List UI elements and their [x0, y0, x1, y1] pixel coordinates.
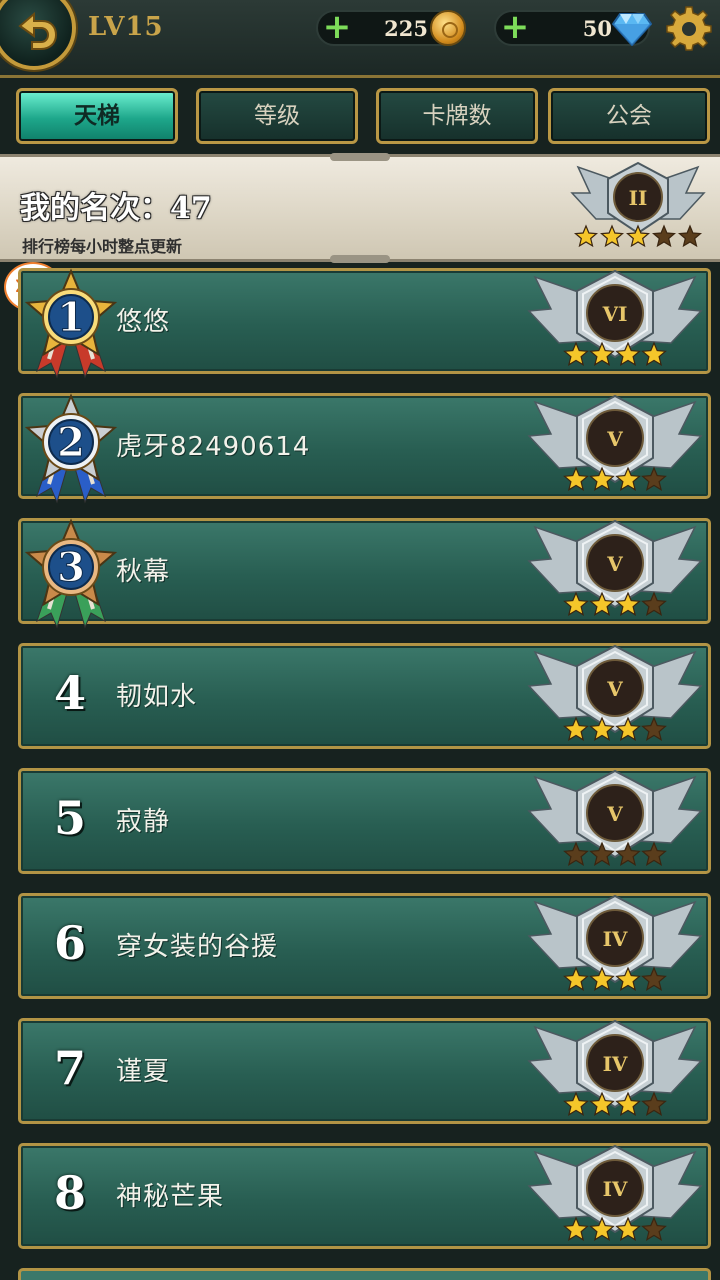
star-filled-icon [563, 591, 589, 616]
star-filled-icon [641, 341, 667, 366]
rank-number: 7 [53, 1041, 86, 1095]
rank-number: 5 [53, 791, 86, 845]
star-empty-icon [641, 591, 667, 616]
player-name: 寂静 [116, 807, 171, 837]
diamond-icon [612, 13, 652, 46]
tier-text: IV [603, 927, 628, 951]
my-rank-label: 我的名次：47 [20, 191, 212, 226]
my-star-rating [573, 224, 703, 248]
my-tier-badge: II [570, 161, 706, 248]
star-empty-icon [641, 716, 667, 741]
tab-guild[interactable]: 公会 [548, 88, 710, 144]
player-name: 悠悠 [116, 307, 171, 337]
rank-row[interactable]: 4 韧如水 V [18, 643, 711, 749]
gem-value: 50 [582, 16, 612, 41]
tier-badge: V [527, 644, 703, 741]
rank-number: 2 [57, 419, 85, 466]
my-rank-banner: 我的名次：47 排行榜每小时整点更新 II [0, 153, 720, 263]
rank-row[interactable]: 5 寂静 V [18, 768, 711, 874]
player-name: 谨夏 [116, 1057, 171, 1087]
gem-counter: + 50 [494, 10, 652, 46]
rank-number: 6 [53, 916, 86, 970]
tab-level[interactable]: 等级 [196, 88, 358, 144]
tier-text: V [606, 552, 623, 576]
tab-card-count[interactable]: 卡牌数 [376, 88, 538, 144]
tier-text: IV [603, 1052, 628, 1076]
rank-row[interactable]: 6 穿女装的谷援 IV [18, 893, 711, 999]
star-filled-icon [563, 1091, 589, 1116]
star-empty-icon [641, 841, 667, 866]
rank-number: 1 [57, 294, 85, 341]
rank-row[interactable]: 8 神秘芒果 IV [18, 1143, 711, 1249]
gold-medal-icon: 1 [24, 268, 118, 379]
back-button[interactable] [0, 0, 76, 70]
top-bar: LV15 + 225 + 50 [0, 0, 720, 78]
tier-text: VI [602, 302, 628, 326]
rank-number: 3 [57, 544, 85, 591]
tier-badge: V [527, 519, 703, 616]
tier-badge: IV [527, 1144, 703, 1241]
star-empty-icon [641, 966, 667, 991]
tier-text: V [606, 427, 623, 451]
silver-medal-icon: 2 [24, 393, 118, 504]
star-filled-icon [563, 466, 589, 491]
star-empty-icon [651, 224, 677, 248]
bronze-medal-icon: 3 [24, 518, 118, 629]
rank-row[interactable]: 1 悠悠 VI [18, 268, 711, 379]
rank-row[interactable]: 7 谨夏 IV [18, 1018, 711, 1124]
tier-badge: IV [527, 894, 703, 991]
star-filled-icon [563, 716, 589, 741]
star-empty-icon [563, 841, 589, 866]
tier-badge: V [527, 394, 703, 491]
tier-text: V [606, 802, 623, 826]
player-name: 虎牙82490614 [116, 432, 311, 462]
tier-badge: IV [527, 1019, 703, 1116]
star-filled-icon [563, 966, 589, 991]
player-name: 神秘芒果 [116, 1182, 225, 1212]
tier-text: IV [603, 1177, 628, 1201]
star-filled-icon [563, 1216, 589, 1241]
add-coins-button[interactable]: + [320, 10, 354, 44]
star-empty-icon [641, 1216, 667, 1241]
coin-icon [430, 10, 466, 46]
tier-badge: V [527, 769, 703, 866]
update-note: 排行榜每小时整点更新 [22, 237, 183, 256]
star-empty-icon [641, 1091, 667, 1116]
rank-row[interactable]: 3 秋幕 V [18, 518, 711, 629]
star-filled-icon [573, 224, 599, 248]
star-empty-icon [677, 224, 703, 248]
rank-row[interactable]: 2 虎牙82490614 V [18, 393, 711, 504]
star-filled-icon [599, 224, 625, 248]
rank-number: 4 [53, 666, 86, 720]
gear-icon[interactable] [666, 6, 712, 52]
tab-ladder[interactable]: 天梯 [16, 88, 178, 144]
add-gems-button[interactable]: + [498, 10, 532, 44]
star-empty-icon [641, 466, 667, 491]
list-item-partial [18, 1268, 711, 1280]
player-level: LV15 [88, 12, 164, 42]
star-filled-icon [563, 341, 589, 366]
rank-number: 8 [53, 1166, 86, 1220]
back-arrow-icon [18, 11, 58, 50]
player-name: 穿女装的谷援 [116, 932, 279, 962]
tier-badge: VI [527, 269, 703, 366]
tier-text: V [606, 677, 623, 701]
player-name: 韧如水 [116, 682, 198, 712]
coin-value: 225 [384, 16, 428, 41]
player-name: 秋幕 [116, 557, 171, 587]
coin-counter: + 225 [316, 10, 466, 46]
my-tier-text: II [629, 186, 648, 210]
